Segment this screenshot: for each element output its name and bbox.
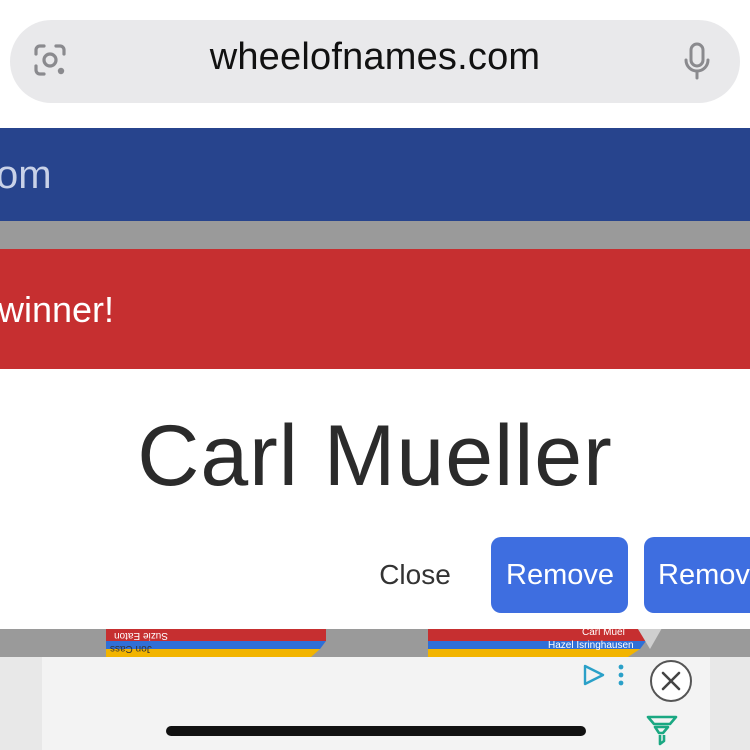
- wheel-right-label: Hazel Isringhausen: [548, 640, 634, 651]
- ad-banner[interactable]: [0, 657, 750, 750]
- wheel-left-label: Jon Cass: [110, 643, 152, 654]
- remove-all-button[interactable]: Remov: [644, 537, 750, 613]
- wheel-left-label: Suzie Eaton: [114, 630, 168, 641]
- more-vertical-icon[interactable]: [616, 664, 626, 686]
- close-icon[interactable]: [650, 660, 692, 702]
- site-banner: om: [0, 128, 750, 221]
- browser-top-bar: wheelofnames.com: [0, 0, 750, 128]
- wheel-right-label: Carl Muel: [582, 629, 625, 638]
- wheel-area: Suzie Eaton Jon Cass Carl Muel Hazel Isr…: [0, 629, 750, 657]
- page: wheelofnames.com om winner! Carl Mueller…: [0, 0, 750, 750]
- microphone-icon[interactable]: [682, 42, 712, 82]
- site-banner-text: om: [0, 153, 52, 197]
- remove-button[interactable]: Remove: [491, 537, 628, 613]
- close-button[interactable]: Close: [360, 547, 470, 603]
- home-indicator[interactable]: [166, 726, 586, 736]
- winner-dialog-header: winner!: [0, 249, 750, 369]
- overlay-gap: [0, 221, 750, 249]
- funnel-logo-icon: [646, 715, 678, 746]
- winner-dialog-title: winner!: [0, 289, 115, 330]
- url-text[interactable]: wheelofnames.com: [10, 36, 740, 79]
- winner-dialog-body: Carl Mueller Close Remove Remov: [0, 369, 750, 629]
- address-bar[interactable]: wheelofnames.com: [10, 20, 740, 103]
- ad-content[interactable]: [42, 657, 710, 750]
- winner-name: Carl Mueller: [137, 408, 613, 504]
- ad-choices-play-icon[interactable]: [582, 664, 606, 686]
